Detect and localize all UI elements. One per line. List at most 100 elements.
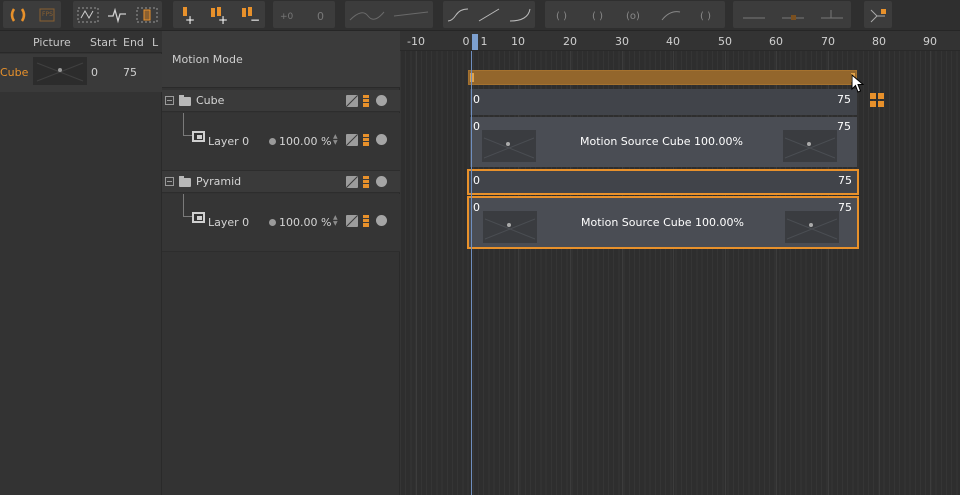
clip-pyramid-layer[interactable]: 0 75 Motion Source Cube 100.00% xyxy=(467,196,859,249)
remove-key-icon[interactable]: − xyxy=(238,4,262,26)
curve-icon[interactable] xyxy=(477,4,501,26)
group-row-pyramid[interactable]: Pyramid xyxy=(162,171,400,193)
ruler-label: 70 xyxy=(821,35,835,48)
playhead-line xyxy=(471,51,472,495)
svg-text:(o): (o) xyxy=(626,11,640,22)
clip-cube-layer[interactable]: 0 75 Motion Source Cube 100.00% xyxy=(470,117,857,167)
brackets-icon[interactable] xyxy=(6,4,30,26)
ruler-label: 1 xyxy=(480,35,488,48)
toolbar: FPS + + − +0 0 () () (o) () xyxy=(0,0,960,31)
header-start[interactable]: Start xyxy=(90,36,117,49)
add-multiple-key-icon[interactable]: + xyxy=(207,4,231,26)
header-picture[interactable]: Picture xyxy=(33,36,71,49)
clip-thumbnail xyxy=(482,130,536,162)
playhead-handle[interactable] xyxy=(472,34,478,50)
layer-row-pyramid[interactable]: Layer 0 100.00 % ▲ ▼ xyxy=(162,194,400,252)
header-extra[interactable]: L xyxy=(152,36,158,49)
loop-curve-icon[interactable] xyxy=(659,4,683,26)
group-row-cube[interactable]: Cube xyxy=(162,90,400,112)
svg-text:( ): ( ) xyxy=(592,11,603,22)
clip-end: 75 xyxy=(837,120,851,133)
stack-icon[interactable] xyxy=(363,215,369,227)
tree-line xyxy=(183,113,184,135)
ruler-label: 90 xyxy=(923,35,937,48)
header-end[interactable]: End xyxy=(123,36,144,49)
flat-line-icon[interactable] xyxy=(741,4,765,26)
svg-text:( ): ( ) xyxy=(700,11,711,22)
layer-name: Layer 0 xyxy=(208,216,250,229)
solo-icon[interactable] xyxy=(346,215,358,227)
toolbar-group-offset: +0 0 xyxy=(273,1,335,28)
solo-icon[interactable] xyxy=(346,134,358,146)
layer-icon xyxy=(192,212,205,223)
pulse-icon[interactable] xyxy=(105,4,129,26)
collapse-icon[interactable] xyxy=(165,96,174,105)
svg-text:+: + xyxy=(185,13,195,25)
visibility-dot-icon[interactable] xyxy=(376,176,387,187)
keyframe-box-icon[interactable]: FPS xyxy=(35,4,59,26)
strength-dot-icon xyxy=(269,219,276,226)
bar-icon[interactable] xyxy=(135,4,159,26)
folder-icon xyxy=(179,95,191,106)
svg-text:+0: +0 xyxy=(280,12,294,22)
curve-frame-icon[interactable] xyxy=(76,4,100,26)
layer-icon xyxy=(192,131,205,142)
clip-title: Motion Source Cube 100.00% xyxy=(580,135,743,148)
timeline[interactable]: -10 0 1 10 20 30 40 50 60 70 80 90 0 75 … xyxy=(400,31,960,495)
layer-strength[interactable]: 100.00 % xyxy=(279,216,331,229)
clip-pyramid-group[interactable]: 0 75 xyxy=(467,169,859,195)
smooth-curve-icon[interactable] xyxy=(508,4,532,26)
stepper-arrows-icon[interactable]: ▲ ▼ xyxy=(333,215,339,227)
object-list-header: Picture Start End L xyxy=(0,31,162,53)
ruler-label: 10 xyxy=(511,35,525,48)
linear-curve-icon[interactable] xyxy=(446,4,470,26)
toolbar-group-tangents xyxy=(733,1,851,28)
loop-end-icon[interactable]: ( ) xyxy=(695,4,719,26)
clip-thumbnail xyxy=(483,211,537,243)
toolbar-group-loops: ( ) ( ) (o) ( ) xyxy=(545,1,725,28)
ruler-label: 40 xyxy=(666,35,680,48)
add-key-icon[interactable]: + xyxy=(176,4,200,26)
object-name: Cube xyxy=(0,66,29,79)
layer-row-cube[interactable]: Layer 0 100.00 % ▲ ▼ xyxy=(162,113,400,171)
snap-icon[interactable] xyxy=(866,4,890,26)
layer-name: Layer 0 xyxy=(208,135,250,148)
strength-dot-icon xyxy=(269,138,276,145)
object-row[interactable]: Cube 0 75 xyxy=(0,54,162,92)
ruler-label: 50 xyxy=(718,35,732,48)
grid-icon[interactable] xyxy=(870,93,884,107)
grid-line xyxy=(416,51,417,495)
visibility-dot-icon[interactable] xyxy=(376,215,387,226)
stepper-arrows-icon[interactable]: ▲ ▼ xyxy=(333,134,339,146)
shift-icon[interactable] xyxy=(819,4,844,26)
solo-icon[interactable] xyxy=(346,176,358,188)
summary-bar[interactable] xyxy=(468,70,857,85)
stack-icon[interactable] xyxy=(363,176,369,188)
visibility-dot-icon[interactable] xyxy=(376,134,387,145)
svg-text:FPS: FPS xyxy=(42,11,53,18)
step-curve-icon[interactable] xyxy=(391,4,431,26)
plus-zero-icon[interactable]: +0 xyxy=(277,4,301,26)
solo-icon[interactable] xyxy=(346,95,358,107)
loop-icon[interactable]: ( ) xyxy=(551,4,575,26)
stack-icon[interactable] xyxy=(363,95,369,107)
toolbar-group-keys: + + − xyxy=(173,1,265,28)
loop-alt-icon[interactable]: ( ) xyxy=(587,4,611,26)
loop-offset-icon[interactable]: (o) xyxy=(623,4,647,26)
toolbar-group-brackets: FPS xyxy=(3,1,61,28)
ruler-label: 20 xyxy=(563,35,577,48)
ease-curve-icon[interactable] xyxy=(347,4,387,26)
layer-strength[interactable]: 100.00 % xyxy=(279,135,331,148)
tangent-icon[interactable] xyxy=(780,4,804,26)
collapse-icon[interactable] xyxy=(165,177,174,186)
grid-line xyxy=(879,51,880,495)
timeline-ruler[interactable]: -10 0 1 10 20 30 40 50 60 70 80 90 xyxy=(400,31,960,51)
stack-icon[interactable] xyxy=(363,134,369,146)
toolbar-group-frames xyxy=(73,1,162,28)
svg-text:−: − xyxy=(250,13,260,25)
zero-icon[interactable]: 0 xyxy=(308,4,332,26)
visibility-dot-icon[interactable] xyxy=(376,95,387,106)
clip-cube-group[interactable]: 0 75 xyxy=(470,89,857,115)
clip-end: 75 xyxy=(837,93,851,106)
object-start: 0 xyxy=(91,66,98,79)
